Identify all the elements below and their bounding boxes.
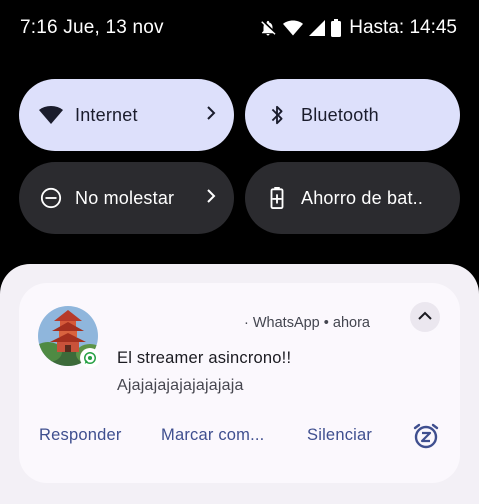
tile-bluetooth[interactable]: Bluetooth	[245, 79, 460, 151]
tile-do-not-disturb[interactable]: No molestar	[19, 162, 234, 234]
battery-estimate: Hasta: 14:45	[349, 17, 457, 38]
expand-less-button[interactable]	[410, 302, 440, 332]
status-bar: 7:16 Jue, 13 nov Hasta: 14:45	[0, 0, 479, 58]
whatsapp-icon	[80, 348, 100, 368]
cell-signal-icon	[309, 20, 326, 36]
tile-label: Internet	[75, 104, 138, 125]
chevron-right-icon	[206, 105, 216, 126]
notification-time: • ahora	[323, 315, 370, 331]
battery-icon	[331, 19, 342, 37]
mark-as-read-button[interactable]: Marcar com...	[161, 426, 264, 445]
app-name: · WhatsApp	[244, 315, 320, 331]
tile-label: No molestar	[75, 187, 175, 208]
notification-header: · WhatsApp • ahora	[244, 315, 370, 331]
snooze-icon	[412, 423, 440, 454]
wifi-icon	[283, 20, 304, 36]
reply-button[interactable]: Responder	[39, 426, 122, 445]
tile-battery-saver[interactable]: Ahorro de bat..	[245, 162, 460, 234]
notification-title: El streamer asincrono!!	[117, 349, 292, 367]
notifications-off-icon	[259, 18, 277, 38]
tile-internet[interactable]: Internet	[19, 79, 234, 151]
chevron-right-icon	[206, 188, 216, 209]
wifi-icon	[39, 103, 63, 127]
do-not-disturb-icon	[39, 186, 63, 210]
tile-label: Bluetooth	[301, 104, 379, 125]
status-time-date: 7:16 Jue, 13 nov	[20, 17, 164, 38]
notification-text: Ajajajajajajajajaja	[117, 377, 244, 394]
expand-less-icon	[418, 308, 432, 326]
snooze-button[interactable]	[412, 422, 440, 450]
status-icons: Hasta: 14:45	[259, 17, 457, 39]
mute-button[interactable]: Silenciar	[307, 426, 372, 445]
battery-saver-icon	[265, 186, 289, 210]
bluetooth-icon	[265, 103, 289, 127]
tile-label: Ahorro de bat..	[301, 187, 424, 208]
